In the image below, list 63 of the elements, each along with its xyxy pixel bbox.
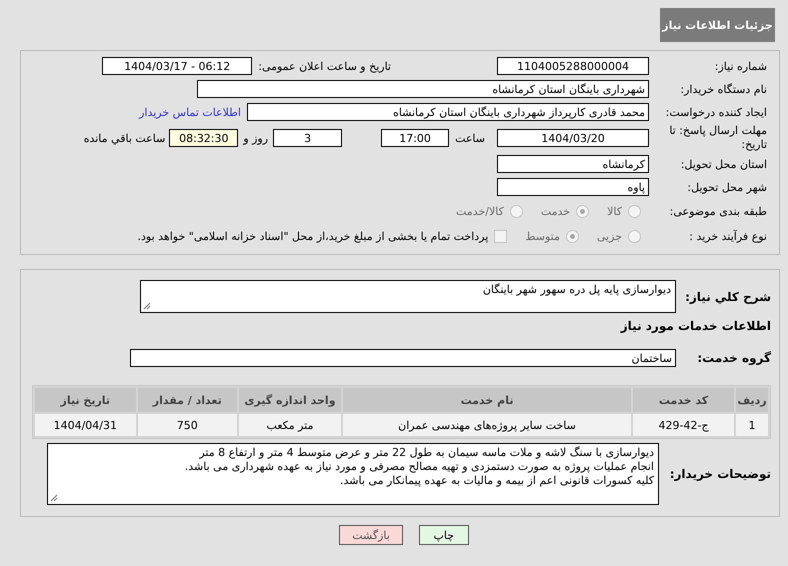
radio-button[interactable] [628,204,641,218]
requester-field: محمد قادری کارپرداز شهرداری باینگان استان کرمانشاه [247,103,649,121]
column-header: تاریخ نیاز [35,388,136,412]
remaining-time-field: 08:32:30 [169,129,238,147]
treasury-note: پرداخت تمام یا بخشی از مبلغ خرید،از محل "اسناد خزانه اسلامی" خواهد بود. [138,230,488,242]
resize-grip-icon[interactable] [143,302,151,310]
notes-line: انجام عملیات پروژه به صورت دستمزدی و تهیه مصالح مصرفی و مورد نیاز به عهده شهرداری می باشد. [184,460,654,474]
field-label: استان محل تحویل: [680,158,768,170]
time-field: 17:00 [381,129,450,147]
table-cell: ج-42-429 [633,414,734,436]
field-label: ساعت باقي مانده [84,132,166,144]
table-cell: ساخت سایر پروژه‌های مهندسی عمران [343,414,632,436]
field-label: مهلت ارسال پاسخ: تا تاریخ: [668,124,768,152]
table-cell: 1404/04/31 [35,414,136,436]
field-label: شهر محل تحویل: [686,180,768,194]
notes-line: کلیه کسورات قانونی اعم از بیمه و مالیات به عهده پیمانکار می باشد. [339,474,654,488]
field-label: ساعت [455,132,485,144]
column-header: نام خدمت [343,388,632,412]
option-label: جزیی [596,230,622,242]
buyer-org-field: شهرداری باینگان استان کرمانشاه [197,80,649,98]
city-field: پاوه [497,178,649,196]
notes-textarea[interactable] [47,443,659,505]
field-label: شرح کلي نیاز: [684,289,771,304]
section-heading: اطلاعات خدمات مورد نیاز [620,319,771,333]
field-label: تاریخ و ساعت اعلان عمومی: [258,60,391,72]
field-label: شماره نیاز: [714,60,768,72]
description-textarea[interactable]: دیوارسازی پایه پل دره سهور شهر باینگان [140,280,676,313]
radio-button[interactable] [510,204,523,218]
field-label: ایجاد کننده درخواست: [664,106,768,118]
option-label: متوسط [525,230,560,242]
radio-button[interactable] [566,230,579,242]
radio-button[interactable] [628,230,641,242]
field-label: نوع فرآیند خرید : [688,230,768,242]
page-title: جزئیات اطلاعات نیاز [660,8,775,42]
notes-line: دیوارسازی با سنگ لاشه و ملات ماسه سیمان به طول 22 متر و عرض متوسط 4 متر و ارتفاع 8 متر [198,446,654,460]
option-label: کالا/خدمت [456,204,504,218]
column-header: واحد اندازه گیری [238,388,342,412]
field-label: روز و [243,132,268,144]
radio-button[interactable] [576,204,590,218]
table-cell: 1 [736,414,768,436]
option-label: کالا [607,204,622,218]
column-header: تعداد / مقدار [138,388,237,412]
service-group-field: ساختمان [130,349,676,367]
resize-grip-icon[interactable] [50,494,58,502]
option-label: خدمت [540,204,570,218]
description-text: دیوارسازی پایه پل دره سهور شهر باینگان [482,283,671,296]
datetime-field: 1404/03/17 - 06:12 [102,57,252,75]
table-cell: 750 [138,414,237,436]
back-button[interactable]: بازگشت [339,525,403,545]
field-label: گروه خدمت: [696,351,771,365]
print-button[interactable]: چاپ [418,525,469,545]
contact-link[interactable]: اطلاعات تماس خریدار [139,106,241,118]
column-header: کد خدمت [633,388,734,412]
field-label: نام دستگاه خریدار: [679,82,768,96]
column-header: ردیف [736,388,768,412]
days-field: 3 [273,129,342,147]
date-field: 1404/03/20 [497,129,649,147]
field-label: توضیحات خریدار: [668,467,771,481]
checkbox[interactable] [494,230,508,242]
table-cell: متر مکعب [238,414,342,436]
province-field: کرمانشاه [497,155,649,173]
need-number-field: 1104005288000004 [497,57,649,75]
field-label: طبقه بندی موضوعی: [668,204,768,218]
